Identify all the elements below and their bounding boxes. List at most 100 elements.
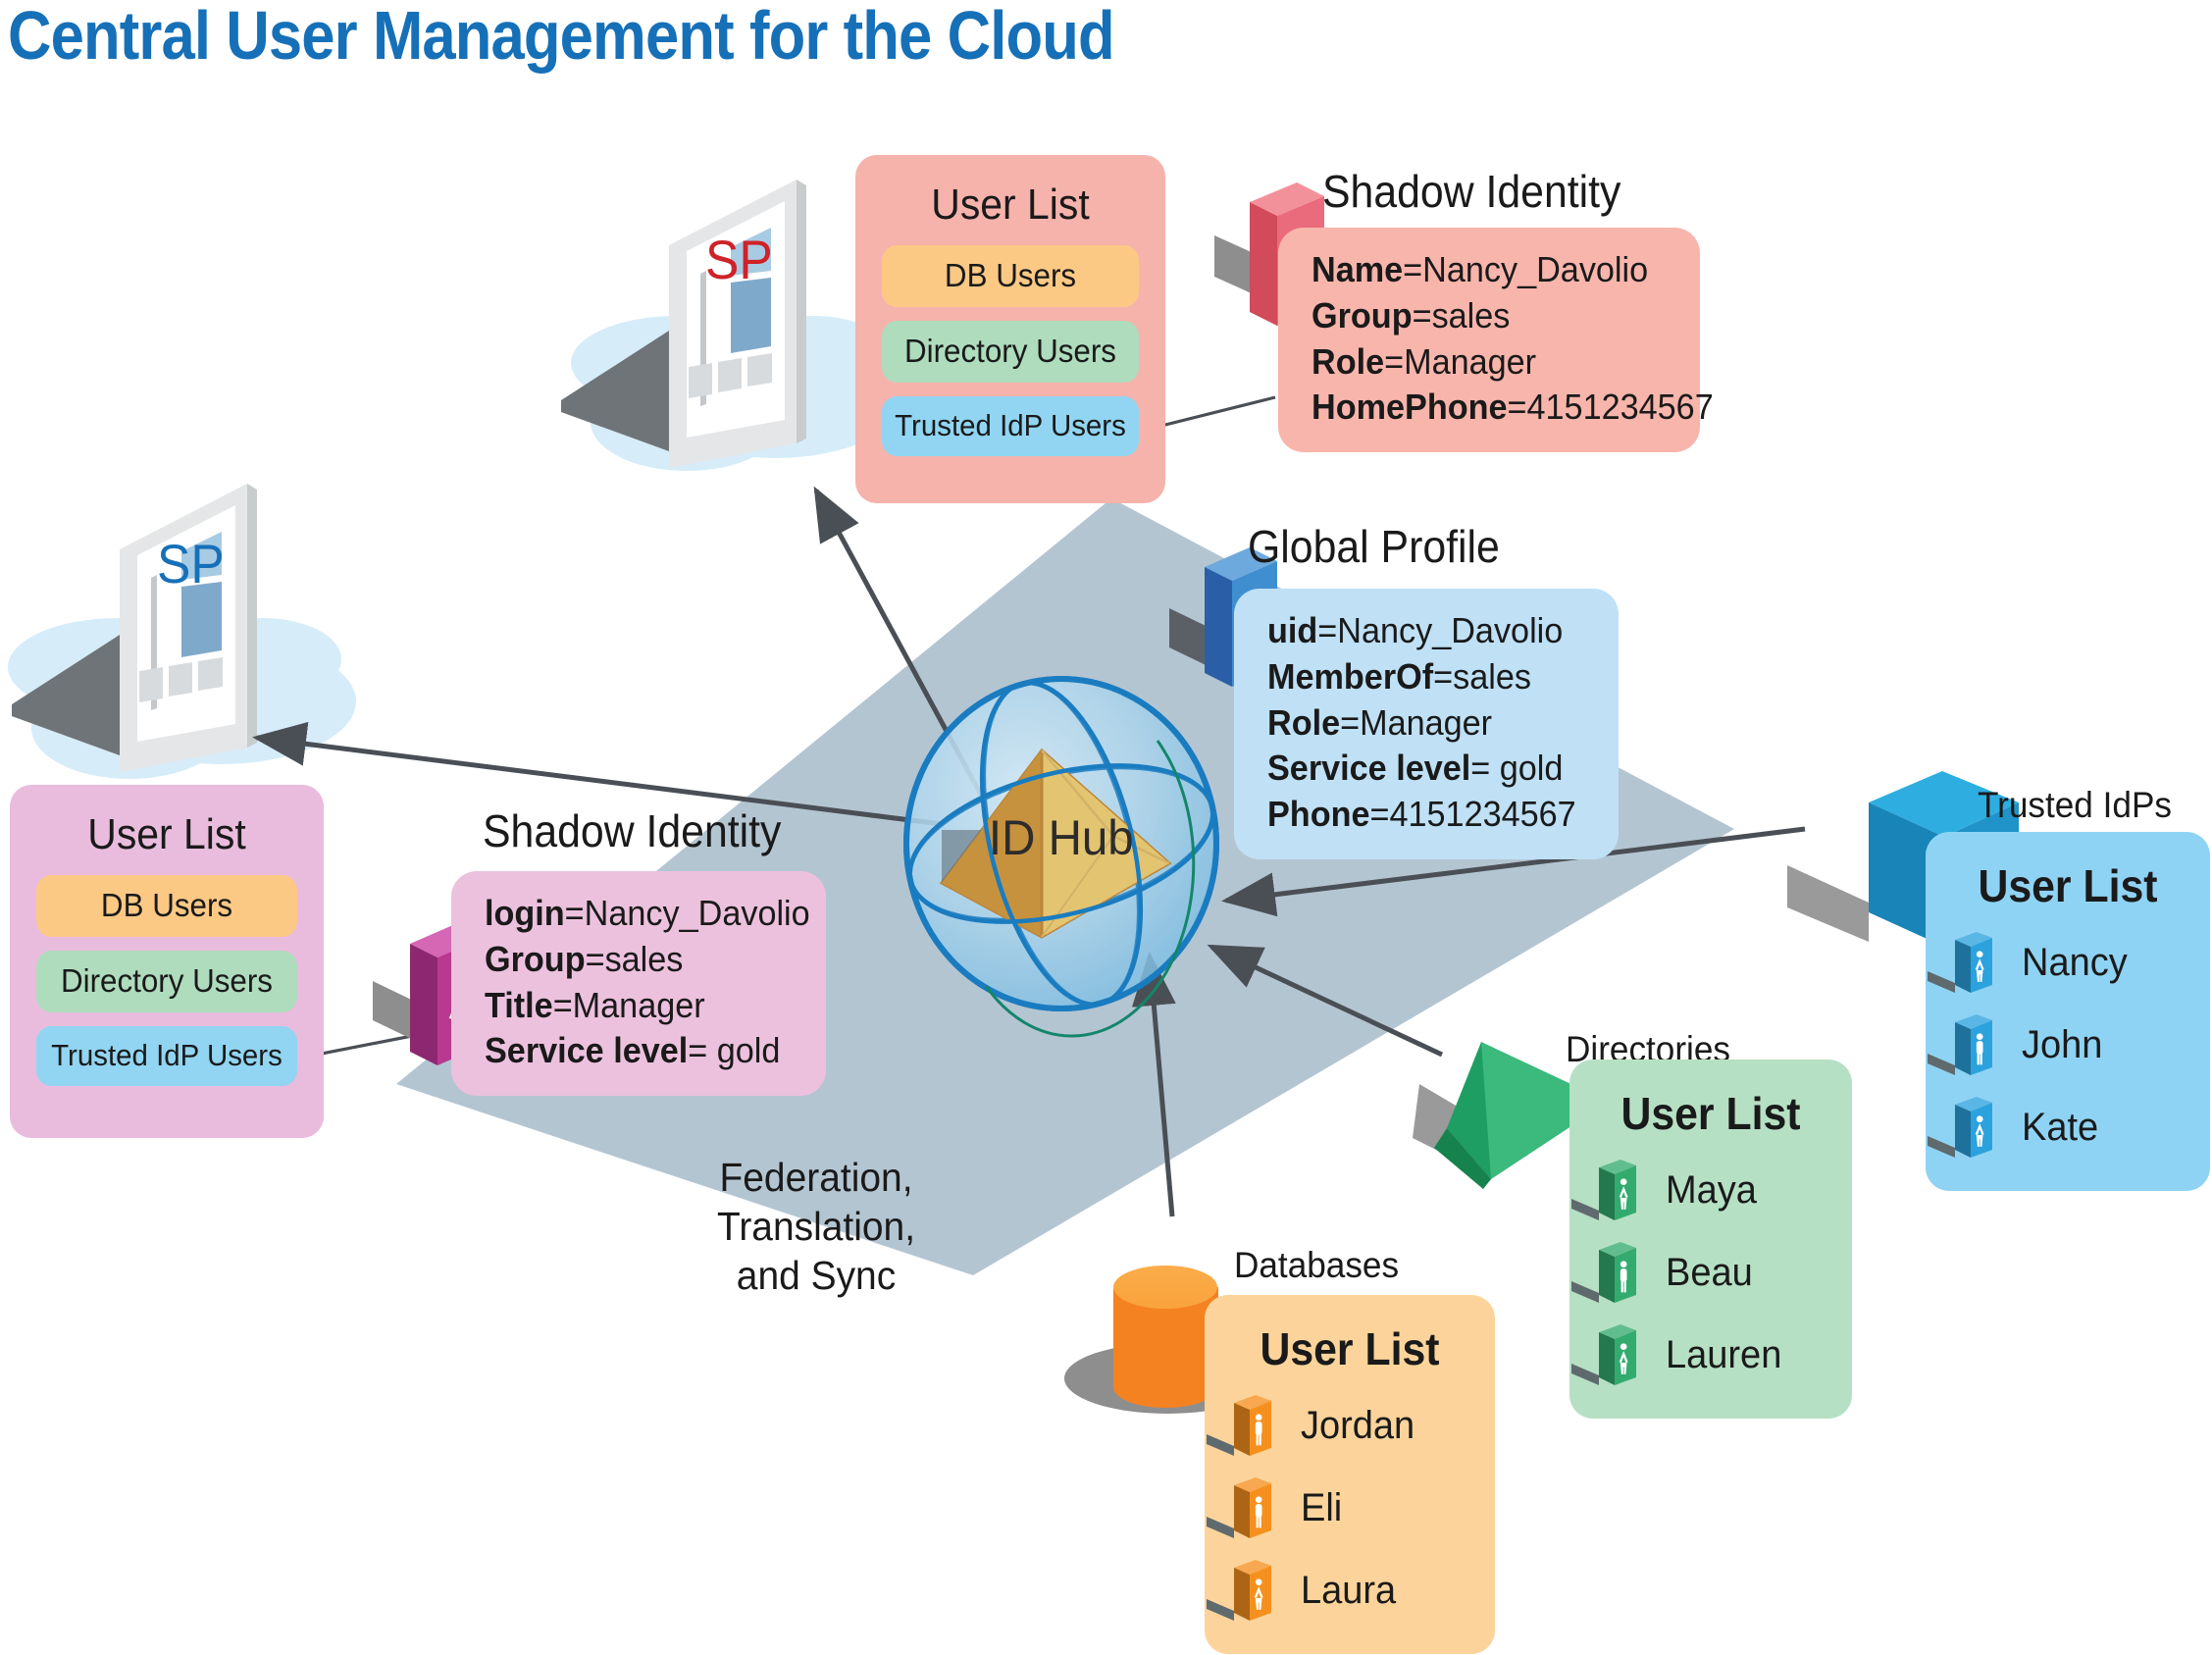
sp-monitor-top-icon [561,180,806,468]
list-item[interactable]: Lauren [1571,1317,1828,1393]
attr-key: Group [485,938,586,979]
pill-directory-users[interactable]: Directory Users [881,321,1140,383]
attr-key: Service level [1267,748,1471,789]
trusted-idps-user-list-panel: User List Nancy John Kate [1926,832,2210,1191]
attr-key: Phone [1267,794,1370,835]
global-profile-card: uid=Nancy_Davolio MemberOf=sales Role=Ma… [1234,589,1619,859]
databases-caption: Databases [1234,1245,1400,1285]
male-user-cube-icon [1207,1395,1281,1456]
attr-value: sales [1453,655,1531,697]
pill-trusted-idp-users[interactable]: Trusted IdP Users [881,396,1140,456]
list-item[interactable]: John [1928,1007,2186,1083]
user-name: Lauren [1666,1332,1782,1376]
attr-key: login [485,893,565,933]
attr-key: Title [485,984,553,1025]
male-user-cube-icon [1928,1014,2002,1075]
attribute-row: login=Nancy_Davolio [485,891,810,937]
female-user-cube-icon [1928,932,2002,993]
female-user-cube-icon [1207,1560,1281,1621]
attr-value: Manager [1360,701,1493,743]
list-item[interactable]: Kate [1928,1089,2186,1165]
attr-value: gold [707,1030,781,1071]
attr-eq: = [1340,701,1361,743]
user-name: John [2022,1022,2103,1066]
attribute-row: MemberOf=sales [1267,654,1576,700]
attribute-row: Role=Manager [1312,339,1657,386]
attr-value: Nancy_Davolio [1422,249,1649,289]
attr-value: Manager [1404,340,1537,382]
attr-value: Nancy_Davolio [1337,610,1564,650]
attr-eq: = [1369,794,1390,835]
shadow-identity-left-caption: Shadow Identity [483,805,782,856]
panel-title: User List [1260,1323,1440,1374]
attr-key: HomePhone [1312,387,1508,428]
attribute-row: Group=sales [485,937,785,983]
sp-top-user-list-panel: User List DB Users Directory Users Trust… [855,155,1165,503]
panel-title: User List [1620,1088,1801,1139]
male-user-cube-icon [1207,1477,1281,1538]
attribute-row: Service level= gold [1267,746,1576,792]
federation-plane-label: Federation, Translation, and Sync [621,1153,1012,1300]
attr-eq: = [1317,610,1338,650]
directories-user-list-panel: User List Maya Beau Lauren [1569,1060,1852,1419]
sp-left-label: SP [156,533,225,595]
trusted-idps-caption: Trusted IdPs [1978,785,2172,825]
shadow-identity-top-card: Name=Nancy_Davolio Group=sales Role=Mana… [1278,228,1714,453]
panel-title: User List [931,181,1090,229]
id-hub-label: ID Hub [988,810,1134,865]
list-item[interactable]: Nancy [1928,924,2186,1001]
attr-eq: = [688,1030,708,1071]
panel-title: User List [1978,860,2158,911]
list-item[interactable]: Laura [1207,1552,1471,1629]
attribute-row: uid=Nancy_Davolio [1267,608,1576,654]
attr-eq: = [1507,387,1527,428]
panel-title: User List [87,810,246,858]
user-name: Laura [1301,1568,1397,1612]
global-profile-caption: Global Profile [1248,521,1500,572]
user-name: Nancy [2022,940,2128,984]
attribute-row: Title=Manager [485,983,785,1029]
attr-eq: = [1433,655,1454,697]
female-user-cube-icon [1571,1324,1646,1385]
attr-value: 4151234567 [1389,794,1576,835]
list-item[interactable]: Maya [1571,1152,1828,1228]
attr-eq: = [564,893,585,933]
pill-db-users[interactable]: DB Users [881,245,1140,307]
user-name: Maya [1666,1167,1757,1212]
attr-eq: = [1470,748,1491,789]
attribute-row: Phone=4151234567 [1267,792,1576,838]
sp-left-user-list-panel: User List DB Users Directory Users Trust… [10,785,324,1138]
list-item[interactable]: Beau [1571,1234,1828,1311]
attr-eq: = [1384,340,1405,382]
attr-eq: = [1412,294,1432,336]
pill-trusted-idp-users[interactable]: Trusted IdP Users [36,1026,297,1086]
attr-key: uid [1267,610,1318,650]
pill-directory-users[interactable]: Directory Users [36,951,297,1012]
attr-value: Nancy_Davolio [584,893,810,933]
attr-eq: = [552,984,573,1025]
user-name: Eli [1301,1485,1343,1529]
pill-db-users[interactable]: DB Users [36,875,297,937]
attr-eq: = [1403,249,1423,289]
attribute-row: Name=Nancy_Davolio [1312,247,1657,293]
attribute-row: Group=sales [1312,293,1657,339]
attribute-row: HomePhone=4151234567 [1312,385,1714,431]
attr-key: Service level [485,1030,689,1071]
sp-monitor-left-icon [12,484,257,772]
plane-label-line2: and Sync [736,1253,897,1299]
user-name: Jordan [1301,1403,1415,1447]
attribute-row: Service level= gold [485,1028,785,1074]
plane-label-line1: Federation, Translation, [716,1155,916,1250]
list-item[interactable]: Jordan [1207,1387,1471,1464]
female-user-cube-icon [1571,1160,1646,1220]
attr-value: sales [1431,294,1511,336]
databases-user-list-panel: User List Jordan Eli Laura [1205,1295,1495,1654]
attr-key: MemberOf [1267,655,1434,697]
user-name: Kate [2022,1105,2099,1149]
diagram-canvas: Central User Management for the Cloud SP… [0,0,2212,1655]
list-item[interactable]: Eli [1207,1470,1471,1546]
attr-value: 4151234567 [1526,387,1714,428]
female-user-cube-icon [1928,1097,2002,1158]
shadow-identity-left-card: login=Nancy_Davolio Group=sales Title=Ma… [451,871,826,1097]
attr-key: Name [1312,249,1404,289]
